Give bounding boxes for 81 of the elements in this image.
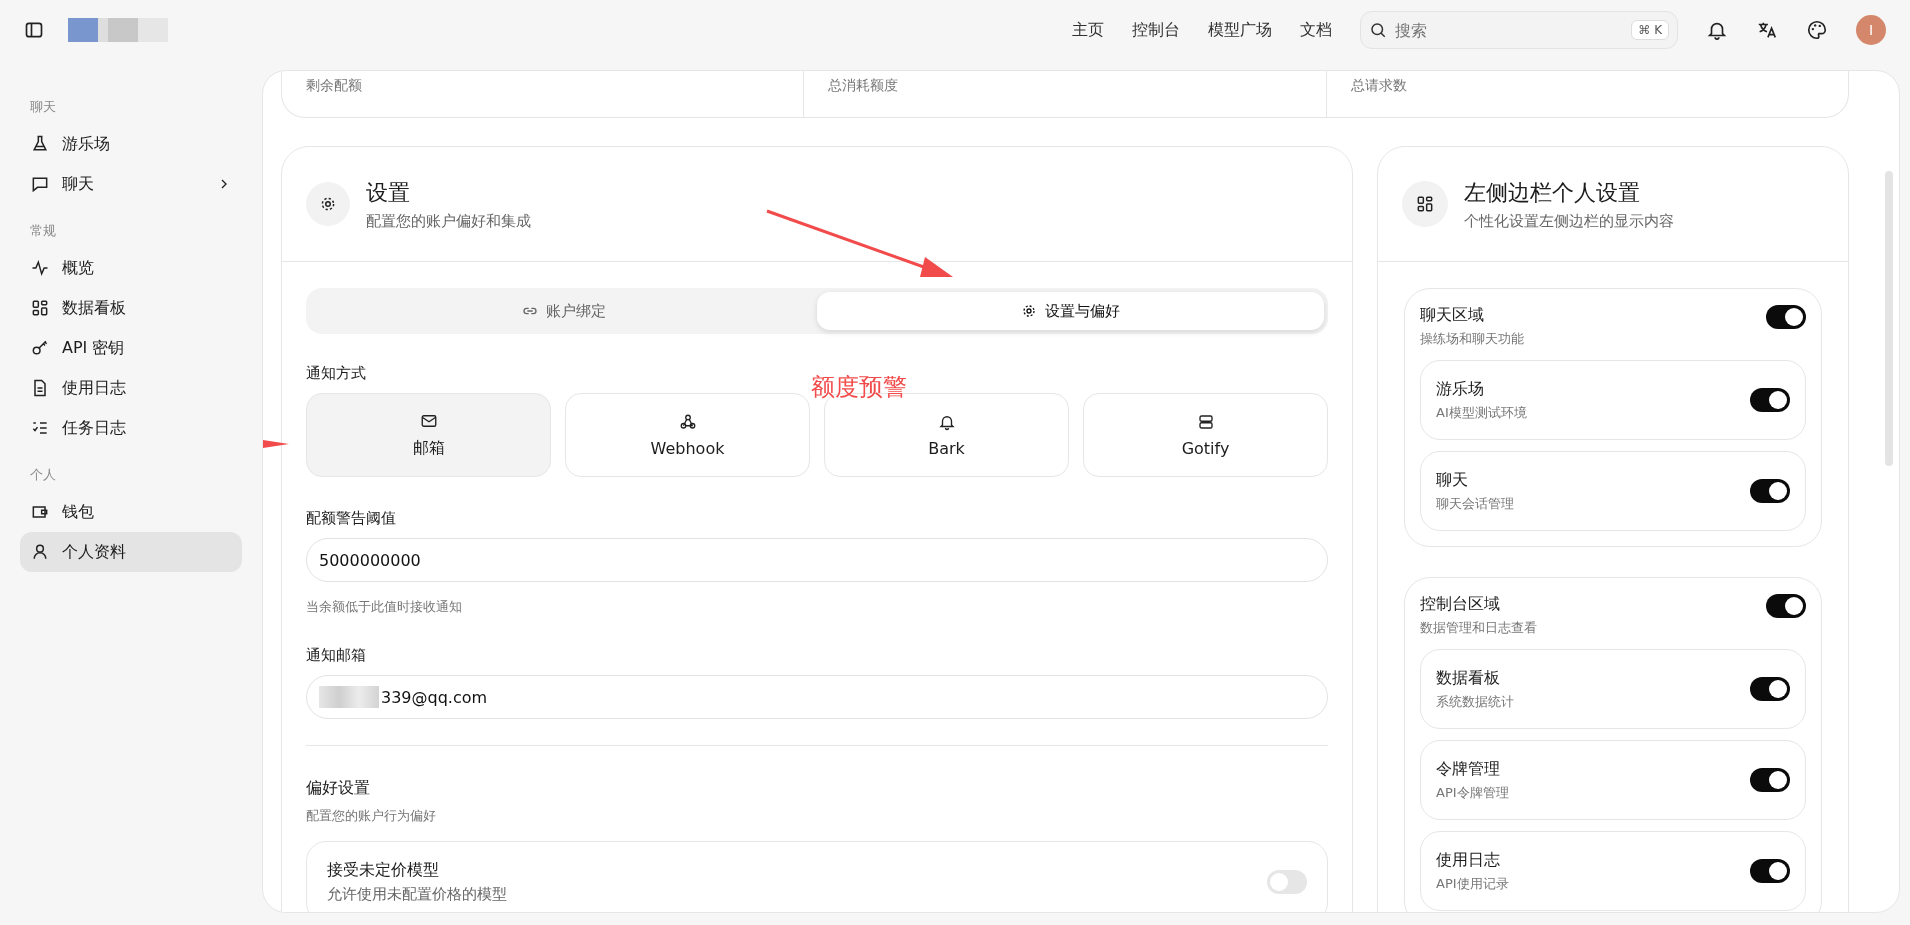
sidebar-section-title: 常规	[29, 222, 57, 240]
server-icon	[1196, 412, 1215, 431]
grid-icon	[30, 298, 50, 318]
email-input[interactable]: 339@qq.com	[379, 686, 1315, 708]
item-title: 令牌管理	[1436, 758, 1501, 780]
item-title: 聊天	[1436, 469, 1469, 491]
search-field[interactable]: 搜索	[1393, 19, 1626, 41]
card-subtitle: 配置您的账户偏好和集成	[366, 211, 531, 231]
sidebar-item[interactable]: 游乐场	[20, 124, 242, 164]
sidebar-toggle-icon[interactable]	[24, 20, 44, 40]
search-bar[interactable]: 搜索 ⌘ K	[1360, 11, 1678, 49]
item-description: 聊天会话管理	[1436, 494, 1514, 513]
tab[interactable]: 账户绑定	[310, 292, 817, 330]
user-icon	[30, 542, 50, 562]
group-description: 数据管理和日志查看	[1420, 619, 1537, 637]
item-title: 数据看板	[1436, 667, 1501, 689]
redacted-text-block	[319, 686, 379, 708]
sidebar-section-title: 个人	[29, 466, 57, 484]
toggle-switch[interactable]	[1750, 388, 1790, 412]
nav-link[interactable]: 主页	[1072, 19, 1104, 41]
card-subtitle: 个性化设置左侧边栏的显示内容	[1464, 211, 1674, 231]
field-label: 通知邮箱	[306, 646, 367, 665]
card-title: 左侧边栏个人设置	[1464, 178, 1641, 207]
shortcut-hint: ⌘ K	[1631, 20, 1669, 40]
sidebar-item[interactable]: 数据看板	[20, 288, 242, 328]
sidebar-item[interactable]: API 密钥	[20, 328, 242, 368]
sidebar-item[interactable]: 钱包	[20, 492, 242, 532]
toggle-switch[interactable]	[1750, 479, 1790, 503]
preference-title: 接受未定价模型	[327, 860, 440, 881]
notification-method-option[interactable]: 邮箱	[306, 393, 551, 477]
field-label: 配额警告阈值	[306, 509, 397, 528]
annotation-arrow-icon	[765, 209, 955, 279]
grid-icon	[1415, 194, 1435, 214]
group-description: 操练场和聊天功能	[1420, 330, 1524, 348]
stat-label: 总请求数	[1350, 77, 1407, 93]
sidebar-section-title: 聊天	[29, 98, 57, 116]
gear-icon	[319, 195, 337, 213]
sidebar-item[interactable]: 概览	[20, 248, 242, 288]
sidebar-item[interactable]: 个人资料	[20, 532, 242, 572]
item-description: API使用记录	[1436, 874, 1509, 893]
item-description: AI模型测试环境	[1436, 403, 1527, 422]
toggle-switch[interactable]	[1750, 859, 1790, 883]
sidebar-item[interactable]: 聊天	[20, 164, 242, 204]
sidebar-item[interactable]: 任务日志	[20, 408, 242, 448]
flask-icon	[30, 134, 50, 154]
tab[interactable]: 设置与偏好	[817, 292, 1324, 330]
nav-link[interactable]: 文档	[1300, 19, 1332, 41]
notification-method-option[interactable]: Webhook	[565, 393, 810, 477]
notification-method-option[interactable]: Gotify	[1083, 393, 1328, 477]
section-title: 偏好设置	[306, 778, 371, 799]
preference-description: 允许使用未配置价格的模型	[327, 885, 507, 904]
toggle-switch[interactable]	[1766, 305, 1806, 329]
webhook-icon	[678, 412, 697, 431]
nav-link[interactable]: 控制台	[1132, 19, 1180, 41]
search-icon	[1369, 21, 1387, 39]
toggle-switch[interactable]	[1766, 594, 1806, 618]
item-description: 系统数据统计	[1436, 692, 1514, 711]
section-subtitle: 配置您的账户行为偏好	[306, 807, 437, 825]
stat-label: 总消耗额度	[828, 77, 899, 93]
threshold-input[interactable]: 5000000000	[306, 538, 1328, 582]
item-description: API令牌管理	[1436, 783, 1509, 802]
key-icon	[30, 338, 50, 358]
pulse-icon	[30, 258, 50, 278]
item-title: 游乐场	[1436, 378, 1485, 400]
group-title: 控制台区域	[1420, 594, 1501, 615]
toggle-switch[interactable]	[1750, 677, 1790, 701]
scrollbar[interactable]	[1885, 171, 1893, 466]
group-title: 聊天区域	[1420, 305, 1485, 326]
gear-icon	[1021, 303, 1037, 319]
email-field[interactable]: 339@qq.com	[306, 675, 1328, 719]
field-hint: 当余额低于此值时接收通知	[306, 598, 463, 616]
card-title: 设置	[366, 178, 411, 207]
sidebar-item[interactable]: 使用日志	[20, 368, 242, 408]
nav-link[interactable]: 模型广场	[1208, 19, 1272, 41]
stat-label: 剩余配额	[306, 77, 362, 93]
toggle-switch[interactable]	[1267, 870, 1307, 894]
chat-bubble-icon	[30, 174, 50, 194]
toggle-switch[interactable]	[1750, 768, 1790, 792]
field-label: 通知方式	[306, 364, 367, 383]
palette-icon[interactable]	[1806, 19, 1828, 41]
item-title: 使用日志	[1436, 849, 1501, 871]
